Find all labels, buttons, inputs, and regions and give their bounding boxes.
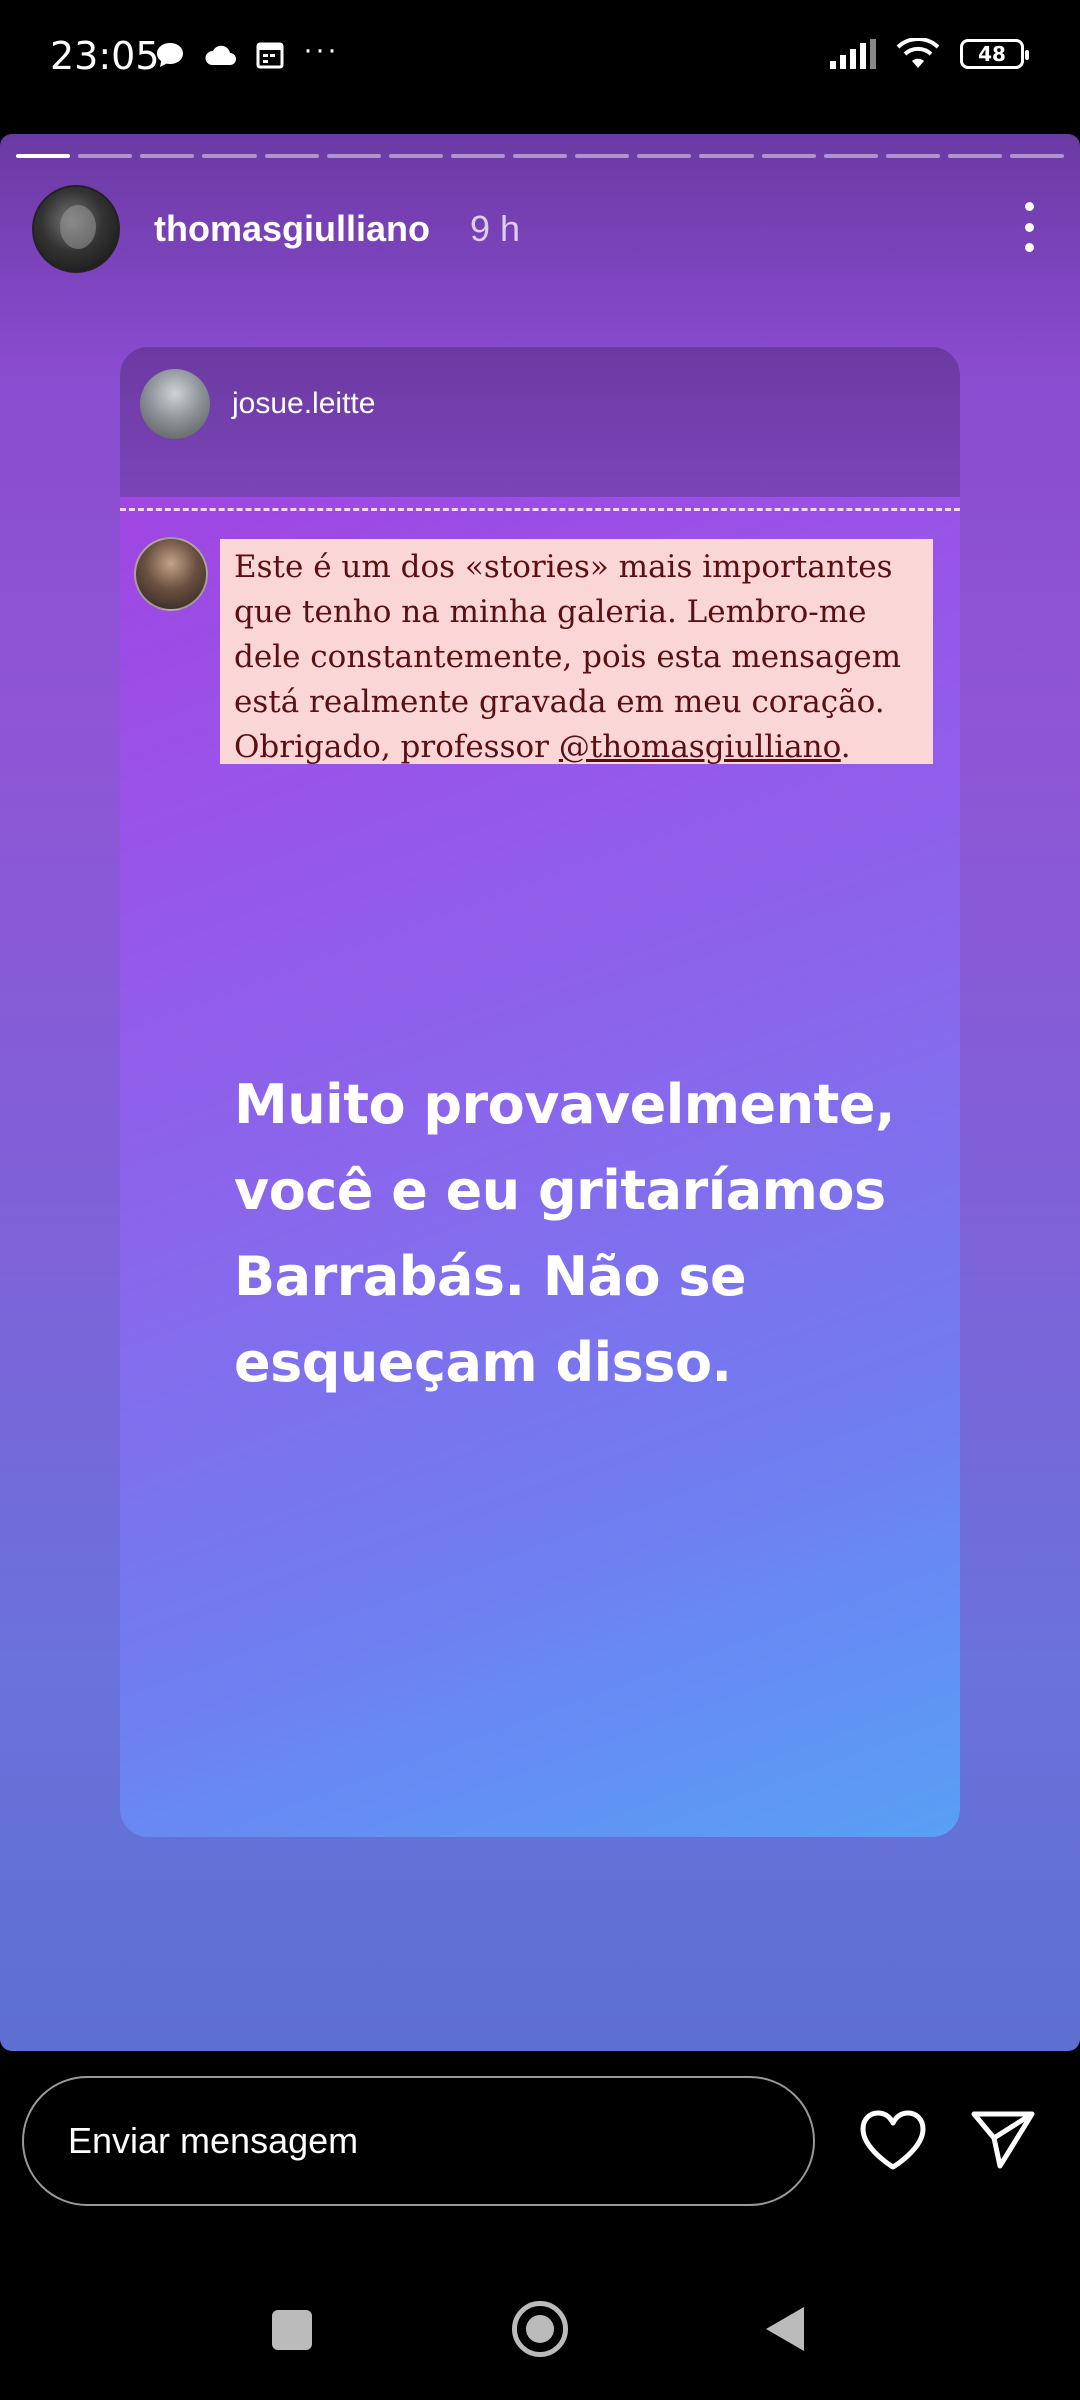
story-progress-segment: [761, 154, 816, 158]
more-notifications-icon: ···: [303, 33, 339, 66]
story-progress-segment: [575, 154, 630, 158]
battery-level: 48: [978, 42, 1006, 66]
main-text-line: você e eu gritaríamos: [234, 1159, 886, 1222]
reshared-card-header: josue.leitte: [140, 369, 375, 439]
home-button[interactable]: [512, 2301, 568, 2357]
story-progress-segment: [202, 154, 257, 158]
story-author-username[interactable]: thomasgiulliano: [154, 208, 430, 250]
story-progress-segment: [326, 154, 381, 158]
story-author-avatar[interactable]: [32, 185, 120, 273]
quote-box: Este é um dos «stories» mais importantes…: [220, 539, 933, 765]
quote-mention-link[interactable]: @thomasgiulliano: [559, 729, 841, 765]
main-text-line: Barrabás. Não se: [234, 1245, 747, 1308]
quote-line: que tenho na minha galeria. Lembro-me: [234, 594, 867, 630]
story-progress-segment: [140, 154, 195, 158]
story-progress-segment: [823, 154, 878, 158]
quote-line-last: Obrigado, professor @thomasgiulliano.: [234, 725, 919, 770]
status-notification-icons: ···: [155, 35, 339, 70]
story-more-options-icon[interactable]: [1014, 202, 1044, 252]
story-progress-segment: [450, 154, 505, 158]
status-time: 23:05: [50, 34, 160, 78]
send-icon[interactable]: [970, 2106, 1036, 2172]
quote-suffix: .: [840, 729, 851, 765]
story-progress-segment: [16, 154, 71, 158]
recent-apps-button[interactable]: [272, 2310, 312, 2350]
reshared-author-username[interactable]: josue.leitte: [232, 387, 375, 421]
story-main-text: Muito provavelmente, você e eu gritaríam…: [234, 1062, 934, 1406]
story-progress-segment: [264, 154, 319, 158]
story-progress-segment: [78, 154, 133, 158]
quote-line: dele constantemente, pois esta mensagem: [234, 639, 902, 675]
battery-icon: 48: [960, 39, 1029, 69]
story-progress-segment: [1010, 154, 1065, 158]
wifi-icon: [896, 38, 940, 68]
reshared-story-card[interactable]: josue.leitte Este é um dos «stories» mai…: [120, 347, 960, 1837]
story-header: thomasgiulliano 9 h: [32, 184, 1048, 274]
reshared-author-avatar[interactable]: [140, 369, 210, 439]
dashed-divider: [120, 508, 960, 511]
quote-prefix: Obrigado, professor: [234, 729, 559, 765]
story-progress-segment: [885, 154, 940, 158]
signal-icon: [830, 39, 876, 69]
cloud-icon: [205, 45, 236, 65]
reply-bar: Enviar mensagem: [0, 2051, 1080, 2251]
status-system-icons: 48: [828, 38, 1029, 70]
status-bar: 23:05 ··· 48: [0, 0, 1080, 120]
quote-line: está realmente gravada em meu coração.: [234, 684, 885, 720]
story-viewer[interactable]: thomasgiulliano 9 h josue.leitte Este é …: [0, 134, 1080, 2051]
heart-icon[interactable]: [858, 2109, 928, 2173]
story-progress-bar: [16, 154, 1065, 158]
story-time-ago: 9 h: [470, 208, 521, 249]
main-text-line: Muito provavelmente,: [234, 1073, 896, 1136]
quote-author-avatar: [134, 537, 208, 611]
send-message-input[interactable]: Enviar mensagem: [22, 2076, 815, 2206]
story-progress-segment: [637, 154, 692, 158]
back-button[interactable]: [766, 2307, 804, 2351]
system-navigation-bar: [0, 2251, 1080, 2400]
story-progress-segment: [513, 154, 568, 158]
quote-line: Este é um dos «stories» mais importantes: [234, 549, 893, 585]
story-progress-segment: [388, 154, 443, 158]
story-progress-segment: [947, 154, 1002, 158]
main-text-line: esqueçam disso.: [234, 1331, 732, 1394]
calendar-icon: [256, 42, 284, 69]
chat-bubble-icon: [157, 43, 183, 67]
story-progress-segment: [699, 154, 754, 158]
